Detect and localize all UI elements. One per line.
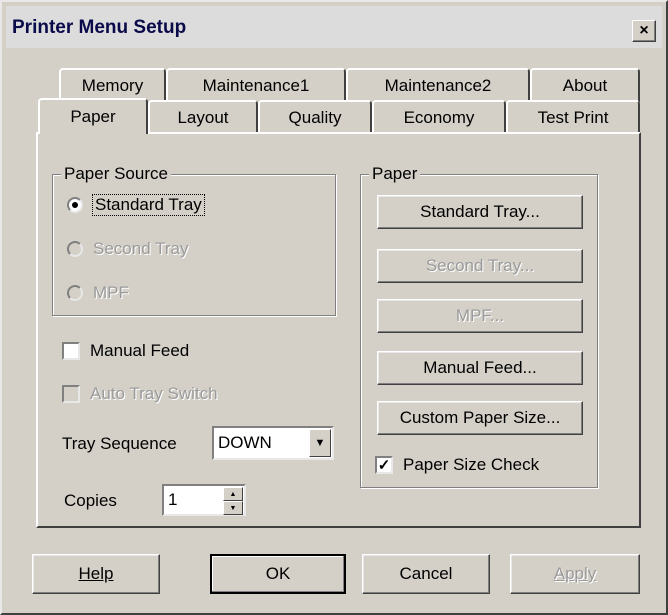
paper-size-check-label: Paper Size Check: [403, 455, 540, 474]
tab-maintenance2[interactable]: Maintenance2: [346, 68, 530, 102]
button-label: OK: [265, 564, 291, 583]
apply-button[interactable]: Apply: [510, 554, 640, 594]
tab-label: Maintenance1: [202, 76, 310, 95]
chevron-down-icon[interactable]: ▼: [309, 429, 331, 457]
tab-label: Paper: [70, 107, 116, 126]
paper-source-legend: Paper Source: [61, 164, 171, 184]
spin-down-icon[interactable]: ▼: [223, 501, 243, 515]
ok-button[interactable]: OK: [210, 554, 346, 594]
copies-value: 1: [168, 490, 178, 509]
title-bar[interactable]: Printer Menu Setup ×: [6, 6, 662, 48]
checkbox-box[interactable]: ✓: [375, 456, 393, 474]
copies-label: Copies: [64, 491, 117, 510]
auto-tray-switch-checkbox[interactable]: Auto Tray Switch: [62, 384, 218, 404]
cancel-button[interactable]: Cancel: [362, 554, 490, 594]
button-label: Apply: [553, 564, 597, 583]
checkbox-box[interactable]: [62, 385, 80, 403]
tab-test-print[interactable]: Test Print: [506, 100, 640, 134]
manual-feed-checkbox[interactable]: Manual Feed: [62, 341, 189, 361]
radio-second-tray[interactable]: Second Tray: [67, 239, 188, 259]
paper-group-legend: Paper: [369, 164, 421, 184]
tab-quality[interactable]: Quality: [258, 100, 372, 134]
button-label: MPF...: [455, 306, 505, 325]
window-title: Printer Menu Setup: [12, 17, 187, 38]
tab-label: Economy: [403, 108, 475, 127]
radio-button[interactable]: [67, 241, 83, 257]
radio-button[interactable]: [67, 285, 83, 301]
standard-tray-button[interactable]: Standard Tray...: [377, 195, 583, 229]
paper-size-check-checkbox[interactable]: ✓ Paper Size Check: [375, 455, 539, 475]
button-label: Second Tray...: [425, 256, 535, 275]
tab-label: Layout: [177, 108, 229, 127]
button-label: Custom Paper Size...: [399, 408, 561, 427]
button-label: Manual Feed...: [423, 358, 537, 377]
mpf-button[interactable]: MPF...: [377, 299, 583, 333]
radio-mpf[interactable]: MPF: [67, 283, 129, 303]
help-button[interactable]: Help: [32, 554, 160, 594]
radio-label: MPF: [93, 283, 129, 302]
paper-source-group: Paper Source Standard Tray Second Tray M…: [52, 164, 336, 316]
tab-economy[interactable]: Economy: [372, 100, 506, 134]
tray-sequence-value: DOWN: [218, 433, 272, 452]
second-tray-button[interactable]: Second Tray...: [377, 249, 583, 283]
checkbox-box[interactable]: [62, 342, 80, 360]
tab-paper[interactable]: Paper: [38, 98, 148, 134]
spin-up-icon[interactable]: ▲: [223, 487, 243, 501]
tab-label: About: [562, 76, 608, 95]
check-icon: ✓: [377, 456, 391, 474]
paper-group: Paper Standard Tray... Second Tray... MP…: [360, 164, 598, 488]
manual-feed-button[interactable]: Manual Feed...: [377, 351, 583, 385]
close-button[interactable]: ×: [632, 20, 656, 42]
tab-memory[interactable]: Memory: [59, 68, 166, 102]
tab-label: Quality: [288, 108, 342, 127]
tab-maintenance1[interactable]: Maintenance1: [166, 68, 346, 102]
radio-label: Standard Tray: [92, 194, 205, 216]
manual-feed-label: Manual Feed: [90, 341, 190, 360]
close-icon: ×: [639, 22, 649, 39]
tab-label: Memory: [81, 76, 144, 95]
radio-button[interactable]: [67, 197, 83, 213]
button-label: Standard Tray...: [420, 202, 540, 221]
button-label: Help: [78, 564, 114, 583]
tab-label: Test Print: [537, 108, 609, 127]
button-label: Cancel: [399, 564, 453, 583]
paper-tab-panel: Paper Source Standard Tray Second Tray M…: [36, 132, 641, 528]
tab-about[interactable]: About: [530, 68, 640, 102]
tab-label: Maintenance2: [384, 76, 492, 95]
tray-sequence-label: Tray Sequence: [62, 434, 177, 453]
radio-label: Second Tray: [93, 239, 189, 258]
printer-menu-setup-dialog: Printer Menu Setup × Memory Maintenance1…: [0, 0, 668, 615]
tab-layout[interactable]: Layout: [148, 100, 258, 134]
auto-tray-switch-label: Auto Tray Switch: [90, 384, 218, 403]
copies-stepper[interactable]: 1 ▲ ▼: [162, 484, 246, 516]
radio-standard-tray[interactable]: Standard Tray: [67, 194, 205, 216]
tray-sequence-select[interactable]: DOWN ▼: [212, 426, 334, 460]
custom-paper-size-button[interactable]: Custom Paper Size...: [377, 401, 583, 435]
